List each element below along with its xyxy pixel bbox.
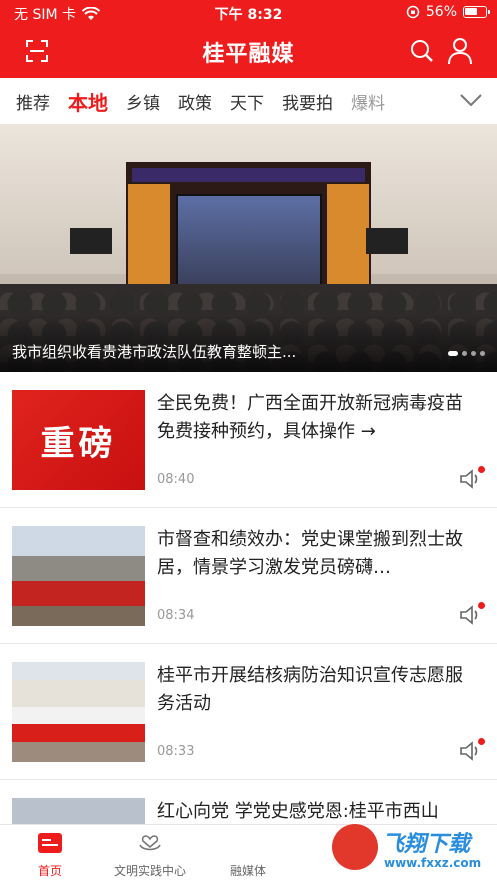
tab-tipoff[interactable]: 爆料	[351, 89, 385, 114]
tab-recommend[interactable]: 推荐	[16, 89, 50, 114]
carousel-dot	[471, 351, 476, 356]
tabbar-civilization-label: 文明实践中心	[113, 864, 186, 878]
watermark-brand: 飞翔下载	[382, 832, 471, 857]
user-icon[interactable]	[447, 37, 473, 65]
news-item[interactable]: 市督查和绩效办：党史课堂搬到烈士故居，情景学习激发党员磅礴… 08:34	[0, 508, 497, 644]
hero-screen	[176, 194, 322, 290]
hero-curtain-left	[128, 184, 170, 294]
news-thumbnail	[12, 526, 145, 626]
watermark-logo	[332, 824, 378, 870]
tab-township[interactable]: 乡镇	[126, 89, 160, 114]
news-time: 08:40	[157, 472, 195, 487]
search-icon[interactable]	[409, 38, 435, 64]
news-headline: 市督查和绩效办：党史课堂搬到烈士故居，情景学习激发党员磅礴…	[157, 529, 463, 578]
news-time: 08:34	[157, 608, 195, 623]
battery-icon	[463, 6, 490, 18]
hero-side-tv-left	[70, 228, 112, 254]
chevron-down-icon[interactable]	[459, 92, 483, 108]
tabbar-civilization-center[interactable]: 文明实践中心	[100, 831, 200, 879]
hero-banner[interactable]: 我市组织收看贵港市政法队伍教育整顿主...	[0, 124, 497, 372]
tabbar-home-label: 首页	[37, 864, 62, 878]
category-tabs: 推荐 本地 乡镇 政策 天下 我要拍 爆料	[0, 78, 497, 124]
hero-side-tv-right	[366, 228, 408, 254]
tabbar-media[interactable]: 融媒体	[198, 831, 298, 879]
battery-percent: 56%	[425, 4, 457, 20]
hero-stage-banner	[132, 168, 365, 182]
unread-dot	[478, 602, 485, 609]
news-item[interactable]: 桂平市开展结核病防治知识宣传志愿服务活动 08:33	[0, 644, 497, 780]
watermark: 飞翔下载 www.fxxz.com	[332, 822, 492, 880]
carousel-dot	[462, 351, 467, 356]
tab-local[interactable]: 本地	[68, 87, 108, 116]
hands-heart-icon	[139, 835, 161, 851]
status-right: 56%	[406, 4, 490, 20]
news-time: 08:33	[157, 744, 195, 759]
tab-policy[interactable]: 政策	[178, 89, 212, 114]
news-thumbnail	[12, 662, 145, 762]
orientation-lock-icon	[406, 5, 420, 19]
home-icon	[38, 833, 62, 853]
watermark-url: www.fxxz.com	[384, 856, 482, 870]
carousel-dot	[448, 351, 458, 356]
thumbnail-text: 重磅	[40, 423, 117, 464]
news-headline: 全民免费！广西全面开放新冠病毒疫苗免费接种预约，具体操作 →	[157, 393, 463, 442]
status-bar: 无 SIM 卡 下午 8:32 56%	[0, 0, 497, 26]
app-header: 桂平融媒	[0, 26, 497, 78]
tabbar-media-label: 融媒体	[229, 864, 266, 878]
hero-curtain-right	[327, 184, 369, 294]
carousel-dot	[480, 351, 485, 356]
top-bar: 无 SIM 卡 下午 8:32 56% 桂平融媒	[0, 0, 497, 78]
news-list: 重磅 全民免费！广西全面开放新冠病毒疫苗免费接种预约，具体操作 → 08:40 …	[0, 372, 497, 883]
tabbar-home[interactable]: 首页	[0, 831, 100, 879]
unread-dot	[478, 466, 485, 473]
tab-i-shoot[interactable]: 我要拍	[282, 89, 333, 114]
unread-dot	[478, 738, 485, 745]
media-icon	[235, 831, 261, 855]
hero-caption: 我市组织收看贵港市政法队伍教育整顿主...	[12, 343, 297, 361]
news-headline: 桂平市开展结核病防治知识宣传志愿服务活动	[157, 665, 463, 714]
carousel-dots	[448, 351, 485, 356]
tab-world[interactable]: 天下	[230, 89, 264, 114]
news-item[interactable]: 重磅 全民免费！广西全面开放新冠病毒疫苗免费接种预约，具体操作 → 08:40	[0, 372, 497, 508]
news-thumbnail: 重磅	[12, 390, 145, 490]
